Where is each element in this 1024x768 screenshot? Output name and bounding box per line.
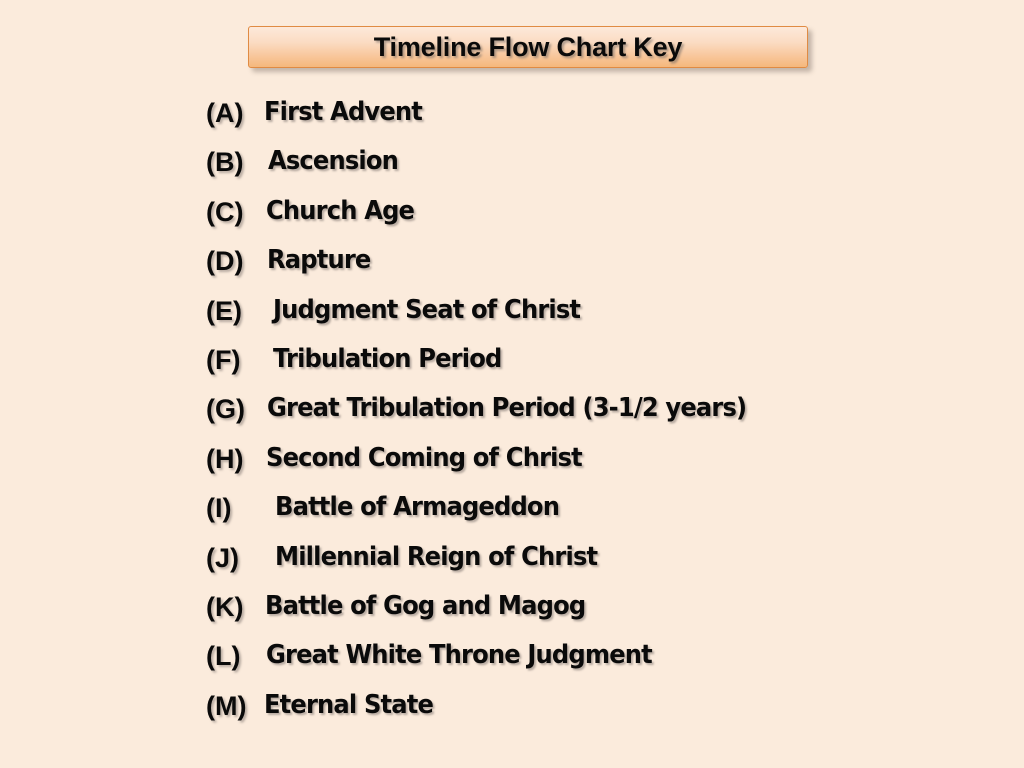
- key-item-label: (F): [206, 344, 241, 375]
- key-item-text: First Advent: [264, 97, 423, 127]
- slide-canvas: Timeline Flow Chart Key (A) First Advent(…: [0, 0, 1024, 768]
- key-item-label: (I): [206, 493, 232, 524]
- key-item-text: Great Tribulation Period (3-1/2 years): [267, 393, 747, 424]
- key-list-item: (F) Tribulation Period: [0, 343, 1024, 392]
- key-list-item: (B) Ascension: [0, 145, 1024, 194]
- key-item-text: Millennial Reign of Christ: [275, 541, 598, 572]
- key-list-item: (L) Great White Throne Judgment: [0, 639, 1024, 688]
- key-item-text: Battle of Armageddon: [275, 492, 560, 523]
- key-item-label: (E): [206, 295, 242, 326]
- key-list-item: (J) Millennial Reign of Christ: [0, 541, 1024, 590]
- key-item-label: (G): [206, 394, 245, 425]
- key-item-text: Great White Throne Judgment: [266, 640, 653, 671]
- key-list-item: (M) Eternal State: [0, 689, 1024, 738]
- key-list-item: (H) Second Coming of Christ: [0, 442, 1024, 491]
- key-item-label: (C): [206, 196, 244, 227]
- key-item-text: Rapture: [267, 245, 371, 276]
- key-list-item: (C) Church Age: [0, 195, 1024, 244]
- key-item-label: (J): [206, 542, 239, 573]
- key-list-item: (D) Rapture: [0, 244, 1024, 293]
- key-item-label: (D): [206, 246, 244, 277]
- key-item-text: Ascension: [268, 146, 399, 177]
- key-list-item: (G) Great Tribulation Period (3-1/2 years…: [0, 392, 1024, 441]
- key-item-label: (A): [206, 98, 244, 128]
- page-title: Timeline Flow Chart Key: [373, 31, 683, 62]
- key-item-label: (B): [206, 147, 244, 178]
- key-item-text: Tribulation Period: [273, 343, 502, 374]
- key-list-item: (A) First Advent: [0, 96, 1024, 145]
- key-item-label: (H): [206, 443, 244, 474]
- key-list-item: (K) Battle of Gog and Magog: [0, 590, 1024, 639]
- key-legend-list: (A) First Advent (B) Ascension (C) Church Age…: [0, 96, 1024, 738]
- key-item-text: Church Age: [266, 195, 415, 226]
- title-banner: Timeline Flow Chart Key: [248, 26, 808, 68]
- key-item-label: (L): [206, 641, 241, 672]
- key-list-item: (E) Judgment Seat of Christ: [0, 294, 1024, 343]
- key-item-text: Judgment Seat of Christ: [273, 294, 581, 325]
- key-item-label: (M): [206, 690, 247, 721]
- key-item-text: Eternal State: [264, 689, 434, 720]
- key-item-text: Second Coming of Christ: [266, 442, 583, 473]
- key-item-text: Battle of Gog and Magog: [265, 590, 586, 621]
- key-item-label: (K): [206, 591, 244, 622]
- key-list-item: (I) Battle of Armageddon: [0, 491, 1024, 540]
